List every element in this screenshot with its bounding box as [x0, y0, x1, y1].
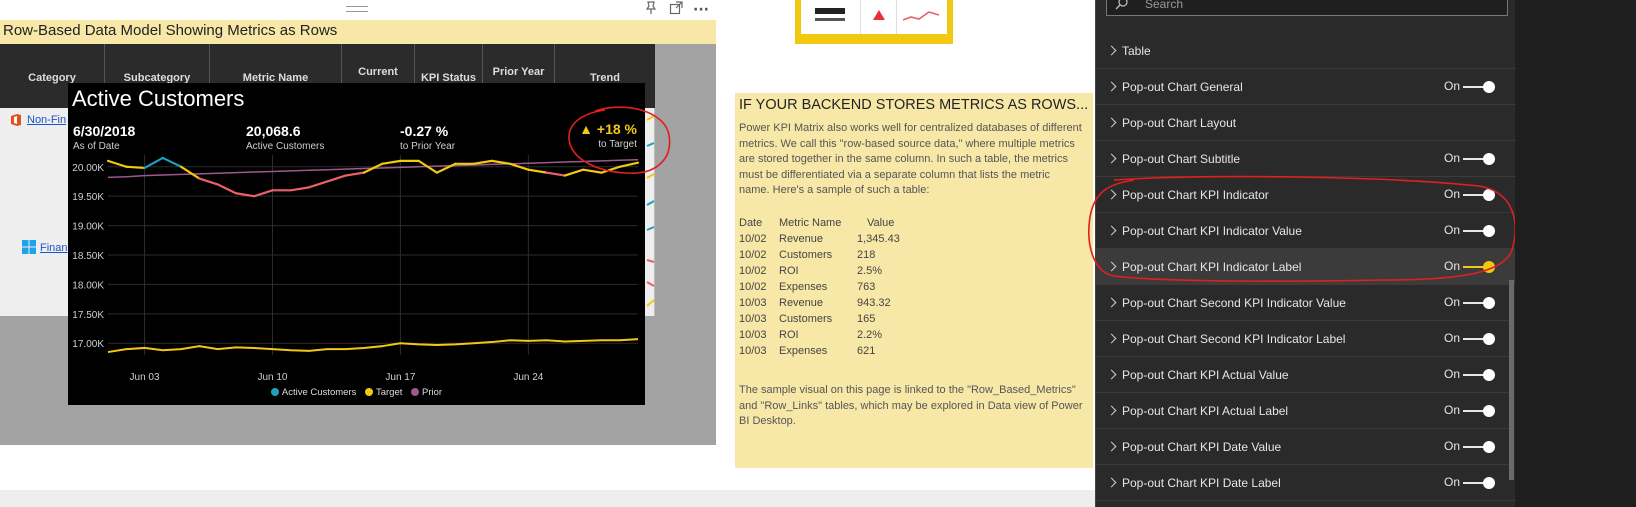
popout-title: Active Customers: [72, 86, 245, 111]
canvas-bottom-bar: [0, 490, 1095, 507]
mini-triangle-icon: [861, 0, 897, 34]
series-active-customers-segment: [344, 171, 365, 177]
x-tick-label: Jun 10: [257, 372, 287, 383]
power-bi-report: { "visual": { "title": "Row-Based Data M…: [0, 0, 1636, 507]
popout-chart[interactable]: Active Customers 6/30/2018 As of Date 20…: [68, 83, 645, 405]
chevron-right-icon[interactable]: [1106, 45, 1117, 56]
red-annotation-oval: [1088, 175, 1516, 282]
series-active-customers-segment: [490, 159, 512, 165]
format-card-table[interactable]: Table: [1096, 33, 1516, 69]
x-tick-label: Jun 17: [385, 372, 415, 383]
search-icon: [1115, 0, 1128, 10]
info-footer: The sample visual on this page is linked…: [739, 384, 1083, 427]
visual-title: Row-Based Data Model Showing Metrics as …: [3, 22, 338, 39]
format-search-input[interactable]: Search: [1106, 0, 1508, 16]
chevron-right-icon[interactable]: [1106, 477, 1117, 488]
chevron-right-icon[interactable]: [1106, 297, 1117, 308]
y-tick-label: 18.50K: [72, 251, 104, 262]
series-active-customers-segment: [180, 165, 201, 180]
legend-dot-icon: [364, 388, 373, 396]
drag-handle-icon[interactable]: [346, 6, 368, 12]
format-card-kpi-actual-value[interactable]: Pop-out Chart KPI Actual Value On: [1096, 357, 1516, 393]
format-card-kpi-date-label[interactable]: Pop-out Chart KPI Date Label On: [1096, 465, 1516, 501]
row-link-non-financial[interactable]: Non-Fin: [27, 114, 66, 126]
toggle-switch[interactable]: [1463, 477, 1495, 489]
y-tick-label: 19.00K: [72, 222, 104, 233]
popout-line-chart: 20.00K 19.50K 19.00K 18.50K 18.00K 17.50K 17.0…: [72, 155, 640, 383]
x-tick-label: Jun 03: [130, 372, 160, 383]
kpi-second-indicator-value: -0.27 %: [400, 123, 449, 139]
format-pane-scrollbar[interactable]: [1509, 280, 1514, 480]
search-placeholder: Search: [1145, 0, 1184, 11]
format-card-second-kpi-indicator-value[interactable]: Pop-out Chart Second KPI Indicator Value…: [1096, 285, 1516, 321]
pin-icon[interactable]: [642, 1, 660, 19]
chevron-right-icon[interactable]: [1106, 405, 1117, 416]
focus-mode-icon[interactable]: [667, 1, 685, 19]
series-active-customers-segment: [106, 159, 128, 168]
toggle-switch[interactable]: [1463, 405, 1495, 417]
office-icon: [11, 114, 21, 126]
series-active-customers-segment: [216, 183, 238, 195]
toggle-switch[interactable]: [1463, 369, 1495, 381]
windows-icon: [22, 240, 36, 254]
legend-prior[interactable]: Prior: [411, 387, 442, 398]
toggle-switch[interactable]: [1463, 441, 1495, 453]
series-active-customers-segment: [381, 159, 402, 165]
popout-legend: Active Customers Target Prior: [68, 387, 645, 398]
more-options-icon[interactable]: ···: [692, 1, 710, 19]
mini-visual-inner: [801, 0, 947, 34]
kpi-matrix-visual[interactable]: ··· Row-Based Data Model Showing Metrics…: [0, 0, 716, 445]
format-card-second-kpi-indicator-label[interactable]: Pop-out Chart Second KPI Indicator Label…: [1096, 321, 1516, 357]
toggle-switch[interactable]: [1463, 297, 1495, 309]
format-card-popout-general[interactable]: Pop-out Chart General On: [1096, 69, 1516, 105]
series-active-customers-segment: [161, 156, 183, 168]
kpi-actual-value: 20,068.6: [246, 123, 301, 139]
y-tick-label: 20.00K: [72, 163, 104, 174]
x-tick-label: Jun 24: [513, 372, 543, 383]
format-card-kpi-date-value[interactable]: Pop-out Chart KPI Date Value On: [1096, 429, 1516, 465]
mini-bars-icon: [801, 0, 861, 34]
y-tick-label: 19.50K: [72, 192, 104, 203]
info-paragraph: Power KPI Matrix also works well for cen…: [739, 122, 1082, 196]
y-tick-label: 17.50K: [72, 310, 104, 321]
chevron-right-icon[interactable]: [1106, 333, 1117, 344]
toggle-switch[interactable]: [1463, 333, 1495, 345]
series-active-customers-segment: [125, 165, 146, 170]
legend-target[interactable]: Target: [364, 387, 402, 398]
format-card-kpi-actual-label[interactable]: Pop-out Chart KPI Actual Label On: [1096, 393, 1516, 429]
kpi-date-value: 6/30/2018: [73, 123, 136, 139]
red-annotation-oval: [568, 106, 671, 174]
visual-header: ···: [0, 0, 716, 20]
chevron-right-icon[interactable]: [1106, 117, 1117, 128]
series-active-customers-segment: [253, 189, 274, 198]
series-active-customers-segment: [545, 171, 566, 177]
toggle-switch[interactable]: [1463, 81, 1495, 93]
y-tick-label: 18.00K: [72, 280, 104, 291]
chevron-right-icon[interactable]: [1106, 369, 1117, 380]
format-card-popout-layout[interactable]: Pop-out Chart Layout: [1096, 105, 1516, 141]
series-active-customers-segment: [472, 159, 493, 165]
chevron-right-icon[interactable]: [1106, 153, 1117, 164]
series-active-customers-segment: [198, 177, 219, 186]
info-title: IF YOUR BACKEND STORES METRICS AS ROWS..…: [739, 97, 1089, 113]
right-dark-panel: [1515, 0, 1636, 507]
legend-dot-icon: [411, 388, 420, 396]
mini-sparkline-icon: [897, 0, 947, 34]
info-textbox: IF YOUR BACKEND STORES METRICS AS ROWS..…: [735, 93, 1093, 468]
legend-dot-icon: [270, 388, 279, 396]
series-active-customers-segment: [289, 186, 311, 192]
chevron-right-icon[interactable]: [1106, 81, 1117, 92]
visual-title-bar: Row-Based Data Model Showing Metrics as …: [0, 20, 716, 44]
series-active-customers-segment: [527, 168, 548, 174]
format-pane: Search Table Pop-out Chart General On Pop…: [1088, 0, 1516, 507]
y-tick-label: 17.00K: [72, 339, 104, 350]
row-link-financial[interactable]: Finan: [40, 242, 68, 254]
series-active-customers-segment: [326, 174, 347, 183]
chevron-right-icon[interactable]: [1106, 441, 1117, 452]
mini-visual-thumbnail[interactable]: [795, 0, 953, 44]
toggle-switch[interactable]: [1463, 153, 1495, 165]
series-target-line: [107, 338, 639, 354]
legend-active-customers[interactable]: Active Customers: [270, 387, 356, 398]
series-active-customers-segment: [307, 180, 329, 189]
